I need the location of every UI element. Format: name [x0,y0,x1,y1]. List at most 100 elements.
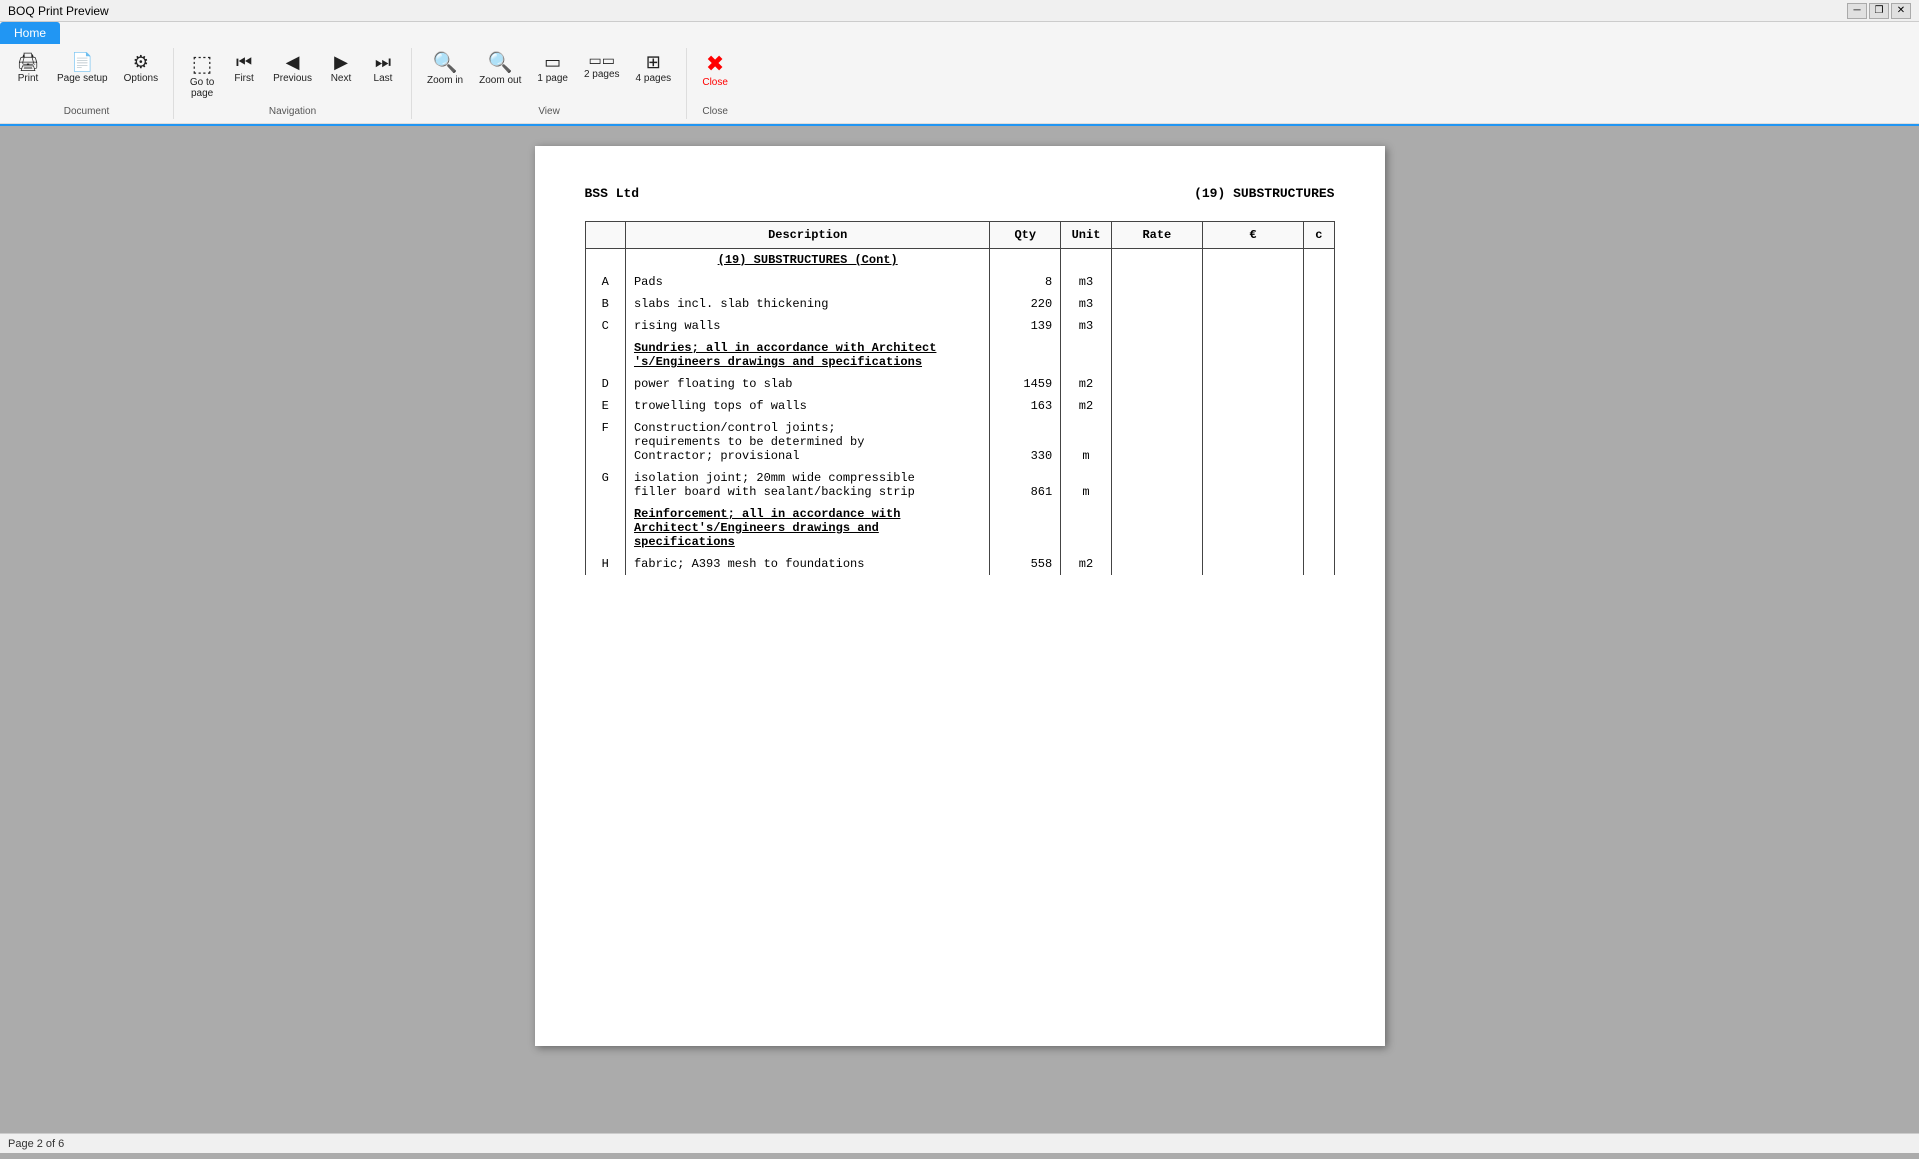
row-c-g [1304,467,1334,503]
row-unit-e: m2 [1061,395,1112,417]
table-row: A Pads 8 m3 [585,271,1334,293]
table-row: H fabric; A393 mesh to foundations 558 m… [585,553,1334,575]
row-ref-c: C [585,315,625,337]
row-ref-e: E [585,395,625,417]
next-button[interactable]: ▶ Next [321,48,361,89]
tab-home[interactable]: Home [0,22,60,44]
row-c-reinforcement [1304,503,1334,553]
print-label: Print [18,73,39,84]
print-button[interactable]: 🖨 Print [8,48,48,89]
zoom-in-label: Zoom in [427,75,463,86]
row-c-f [1304,417,1334,467]
view-buttons: 🔍 Zoom in 🔍 Zoom out ▭ 1 page ▭▭ 2 pages… [420,48,678,106]
last-icon: ⏭ [375,53,391,71]
row-euro-heading [1202,249,1303,272]
close-preview-icon: ✖ [706,53,724,75]
page-setup-button[interactable]: 📄 Page setup [50,48,115,89]
row-euro-b [1202,293,1303,315]
first-button[interactable]: ⏮ First [224,48,264,89]
status-bar: Page 2 of 6 [0,1133,1919,1153]
zoom-out-button[interactable]: 🔍 Zoom out [472,48,528,91]
row-qty-b: 220 [990,293,1061,315]
table-row: C rising walls 139 m3 [585,315,1334,337]
document-buttons: 🖨 Print 📄 Page setup ⚙ Options [8,48,165,106]
ribbon-group-document: 🖨 Print 📄 Page setup ⚙ Options Document [0,48,174,119]
close-preview-label: Close [702,77,728,88]
row-qty-f: 330 [990,417,1061,467]
row-unit-f: m [1061,417,1112,467]
section-heading-cell: (19) SUBSTRUCTURES (Cont) [625,249,989,272]
row-ref-sundries [585,337,625,373]
row-desc-h: fabric; A393 mesh to foundations [625,553,989,575]
reinforcement-heading: Reinforcement; all in accordance withArc… [634,507,900,549]
table-row: E trowelling tops of walls 163 m2 [585,395,1334,417]
first-label: First [234,73,253,84]
section-title: (19) SUBSTRUCTURES [1194,186,1334,201]
row-desc-e: trowelling tops of walls [625,395,989,417]
go-to-page-icon: ⬚ [192,53,213,75]
table-row: Sundries; all in accordance with Archite… [585,337,1334,373]
row-euro-d [1202,373,1303,395]
row-ref-g: G [585,467,625,503]
header-rate: Rate [1111,222,1202,249]
row-unit-g: m [1061,467,1112,503]
row-unit-b: m3 [1061,293,1112,315]
options-label: Options [124,73,158,84]
zoom-in-button[interactable]: 🔍 Zoom in [420,48,470,91]
main-area: BSS Ltd (19) SUBSTRUCTURES Description Q… [0,126,1919,1133]
row-rate-sundries [1111,337,1202,373]
row-euro-c [1202,315,1303,337]
row-unit-reinforcement [1061,503,1112,553]
page-setup-icon: 📄 [71,53,93,71]
section-heading-row: (19) SUBSTRUCTURES (Cont) [585,249,1334,272]
minimize-button[interactable]: ─ [1847,3,1867,19]
ribbon-tabs: Home [0,22,1919,44]
previous-label: Previous [273,73,312,84]
print-icon: 🖨 [17,53,40,71]
four-pages-icon: ⊞ [646,53,661,71]
row-unit-d: m2 [1061,373,1112,395]
last-button[interactable]: ⏭ Last [363,48,403,89]
document-group-label: Document [64,106,110,119]
row-desc-f: Construction/control joints;requirements… [625,417,989,467]
row-ref-b: B [585,293,625,315]
options-button[interactable]: ⚙ Options [117,48,165,89]
company-name: BSS Ltd [585,186,640,201]
row-qty-e: 163 [990,395,1061,417]
table-row: B slabs incl. slab thickening 220 m3 [585,293,1334,315]
close-buttons: ✖ Close [695,48,735,106]
ribbon: Home 🖨 Print 📄 Page setup ⚙ Options Docu… [0,22,1919,126]
close-preview-button[interactable]: ✖ Close [695,48,735,93]
ribbon-group-navigation: ⬚ Go topage ⏮ First ◀ Previous ▶ Next ⏭ [174,48,412,119]
close-group-label: Close [702,106,728,119]
row-qty-d: 1459 [990,373,1061,395]
row-ref-h: H [585,553,625,575]
row-rate-g [1111,467,1202,503]
row-unit-c: m3 [1061,315,1112,337]
row-unit-h: m2 [1061,553,1112,575]
row-ref-a: A [585,271,625,293]
row-rate-a [1111,271,1202,293]
row-euro-sundries [1202,337,1303,373]
row-ref-d: D [585,373,625,395]
header-c: c [1304,222,1334,249]
last-label: Last [374,73,393,84]
one-page-button[interactable]: ▭ 1 page [530,48,575,89]
restore-button[interactable]: ❐ [1869,3,1889,19]
go-to-page-button[interactable]: ⬚ Go topage [182,48,222,104]
row-c-e [1304,395,1334,417]
row-qty-a: 8 [990,271,1061,293]
row-euro-reinforcement [1202,503,1303,553]
previous-button[interactable]: ◀ Previous [266,48,319,89]
row-rate-c [1111,315,1202,337]
row-euro-f [1202,417,1303,467]
row-rate-reinforcement [1111,503,1202,553]
two-pages-button[interactable]: ▭▭ 2 pages [577,48,627,85]
row-rate-heading [1111,249,1202,272]
four-pages-button[interactable]: ⊞ 4 pages [629,48,679,89]
table-row: F Construction/control joints;requiremen… [585,417,1334,467]
close-window-button[interactable]: ✕ [1891,3,1911,19]
row-unit-a: m3 [1061,271,1112,293]
row-rate-d [1111,373,1202,395]
row-qty-reinforcement [990,503,1061,553]
